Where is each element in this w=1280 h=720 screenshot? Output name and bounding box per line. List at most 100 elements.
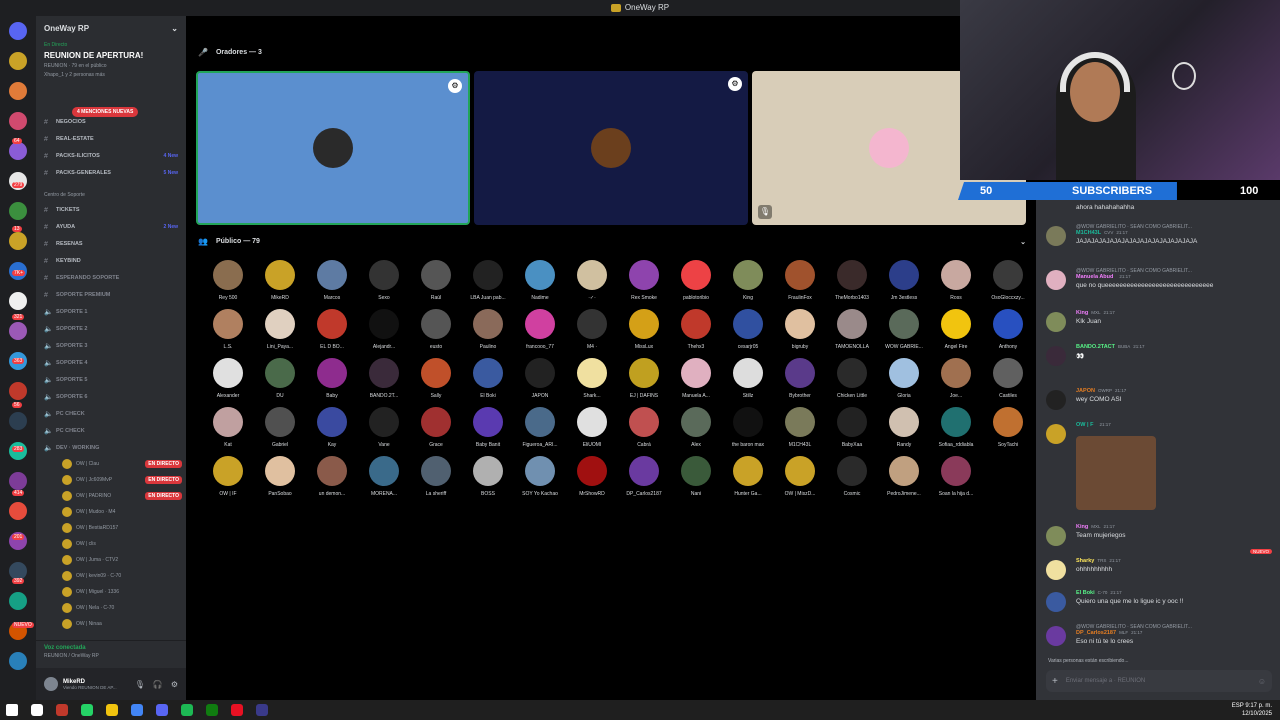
chat-message[interactable]: @WOW GABRIELITO · SEAN COMO GABRIELIT...… xyxy=(1046,268,1276,290)
audience-member[interactable]: Ross xyxy=(930,260,982,301)
add-attachment-icon[interactable]: + xyxy=(1052,676,1058,687)
chat-message[interactable]: JAPON OWRP 21:17 wey COMO ASI xyxy=(1046,388,1276,410)
support-channel-item[interactable]: # TICKETS xyxy=(36,202,186,218)
chrome-icon[interactable] xyxy=(131,704,143,716)
audience-member[interactable]: Kay xyxy=(306,407,358,448)
server-icon[interactable] xyxy=(9,82,27,100)
audience-member[interactable]: TheMorbo1403 xyxy=(826,260,878,301)
notepad-icon[interactable] xyxy=(256,704,268,716)
xbox-icon[interactable] xyxy=(206,704,218,716)
audience-member[interactable]: EJ | DAFINS xyxy=(618,358,670,399)
folder-icon[interactable] xyxy=(106,704,118,716)
author-name[interactable]: King xyxy=(1076,310,1088,316)
audience-member[interactable]: OW | MiszD... xyxy=(774,456,826,497)
audience-member[interactable]: francooo_77 xyxy=(514,309,566,350)
audience-member[interactable]: Shark... xyxy=(566,358,618,399)
live-event-card[interactable]: En Directo REUNION DE APERTURA! REUNION … xyxy=(36,40,186,80)
guild-header[interactable]: OneWay RP ⌄ xyxy=(36,16,186,40)
audience-member[interactable]: Chicken Little xyxy=(826,358,878,399)
voice-user[interactable]: OW | PADRINO EN DIRECTO xyxy=(62,488,186,504)
audience-member[interactable]: DU xyxy=(254,358,306,399)
audience-member[interactable]: TAMOENOLLA xyxy=(826,309,878,350)
author-name[interactable]: El Boki xyxy=(1076,590,1095,596)
server-icon[interactable] xyxy=(9,232,27,250)
audience-member[interactable]: EL D BO... xyxy=(306,309,358,350)
audience-member[interactable]: Sexo xyxy=(358,260,410,301)
speaker-tile[interactable]: ⚙ xyxy=(196,71,470,225)
audience-member[interactable]: SoyTachi xyxy=(982,407,1034,448)
audience-member[interactable]: bigruby xyxy=(774,309,826,350)
audience-member[interactable]: EliUOMI xyxy=(566,407,618,448)
audience-member[interactable]: M1CH43L xyxy=(774,407,826,448)
channel-item[interactable]: # PACKS-GENERALES 5 New xyxy=(36,165,186,181)
mute-icon[interactable]: 🎙 xyxy=(135,680,145,689)
chat-message[interactable]: Sharky TRS 21:17 ohhhhhhhhh xyxy=(1046,558,1276,580)
voice-user[interactable]: OW | Juma · CTV2 xyxy=(62,552,186,568)
audience-member[interactable]: PedroJimene... xyxy=(878,456,930,497)
server-icon[interactable] xyxy=(9,52,27,70)
audience-member[interactable]: MrShowRD xyxy=(566,456,618,497)
audience-member[interactable]: Kat xyxy=(202,407,254,448)
audience-member[interactable]: ·✓· xyxy=(566,260,618,301)
chat-message[interactable]: King MXL 21:17 Team mujeriegos xyxy=(1046,524,1276,546)
chat-message[interactable]: OW | F 21:17 xyxy=(1046,422,1276,444)
whatsapp-icon[interactable] xyxy=(81,704,93,716)
audience-member[interactable]: Vane xyxy=(358,407,410,448)
channel-item[interactable]: # NEGOCIOS xyxy=(36,114,186,130)
emoji-icon[interactable]: ☺ xyxy=(1258,677,1266,686)
voice-user[interactable]: OW | Clau EN DIRECTO xyxy=(62,456,186,472)
chat-message[interactable]: El Boki C-70 21:17 Quiero una que me lo lig… xyxy=(1046,590,1276,612)
audience-member[interactable]: MikeRD xyxy=(254,260,306,301)
audience-member[interactable]: WOW GABRIE... xyxy=(878,309,930,350)
support-channel-item[interactable]: 🔈 SOPORTE 4 xyxy=(36,355,186,371)
support-category[interactable]: Centro de Soporte xyxy=(44,192,85,198)
audience-member[interactable]: MORENA... xyxy=(358,456,410,497)
voice-channel-sub[interactable]: REUNION / OneWay RP xyxy=(44,653,178,659)
audience-member[interactable]: L.S. xyxy=(202,309,254,350)
support-channel-item[interactable]: 🔈 PC CHECK xyxy=(36,406,186,422)
audience-member[interactable]: Jm 3estless xyxy=(878,260,930,301)
audience-member[interactable]: Nadime xyxy=(514,260,566,301)
support-channel-item[interactable]: 🔈 DEV · WORKING xyxy=(36,440,186,456)
avatar[interactable] xyxy=(1046,560,1066,580)
avatar[interactable] xyxy=(1046,226,1066,246)
audience-member[interactable]: cesarjr05 xyxy=(722,309,774,350)
support-channel-item[interactable]: # ESPERANDO SOPORTE xyxy=(36,270,186,286)
avatar[interactable] xyxy=(1046,346,1066,366)
audience-member[interactable]: Rex Smoke xyxy=(618,260,670,301)
audience-member[interactable]: Soan la hija d... xyxy=(930,456,982,497)
support-channel-item[interactable]: 🔈 SOPORTE 2 xyxy=(36,321,186,337)
audience-member[interactable]: Raúl xyxy=(410,260,462,301)
server-icon[interactable] xyxy=(9,382,27,400)
avatar[interactable] xyxy=(1046,270,1066,290)
support-channel-item[interactable]: # RESEÑAS xyxy=(36,236,186,252)
audience-member[interactable]: the baron max xyxy=(722,407,774,448)
avatar[interactable] xyxy=(1046,312,1066,332)
audience-member[interactable]: Hunter Ga... xyxy=(722,456,774,497)
spotify-icon[interactable] xyxy=(181,704,193,716)
audience-member[interactable]: PanSobao xyxy=(254,456,306,497)
settings-icon[interactable]: ⚙ xyxy=(728,77,742,91)
message-input[interactable]: + Enviar mensaje a · REUNION ☺ xyxy=(1046,670,1272,692)
server-icon[interactable] xyxy=(9,292,27,310)
chat-message[interactable]: BANDO.2TACT BUBA 21:17 👀 xyxy=(1046,344,1276,366)
audience-member[interactable]: Gloria xyxy=(878,358,930,399)
author-name[interactable]: DP_Carlos2187 xyxy=(1076,630,1116,636)
chat-message[interactable]: @WOW GABRIELITO · SEAN COMO GABRIELIT...… xyxy=(1046,224,1276,246)
audience-member[interactable]: Lini_Paya... xyxy=(254,309,306,350)
audience-member[interactable]: BabyXaa xyxy=(826,407,878,448)
audience-member[interactable]: Alex xyxy=(670,407,722,448)
audience-member[interactable]: Rey 500 xyxy=(202,260,254,301)
server-icon[interactable] xyxy=(9,202,27,220)
audience-member[interactable]: SOY Yo Kachao xyxy=(514,456,566,497)
support-channel-item[interactable]: 🔈 SOPORTE 1 xyxy=(36,304,186,320)
author-name[interactable]: King xyxy=(1076,524,1088,530)
author-name[interactable]: M1CH43L xyxy=(1076,230,1101,236)
audience-member[interactable]: Anthony xyxy=(982,309,1034,350)
avatar[interactable] xyxy=(1046,626,1066,646)
server-icon[interactable] xyxy=(9,412,27,430)
audience-member[interactable]: Baby xyxy=(306,358,358,399)
system-tray[interactable]: ESP 9:17 p. m. 12/10/2025 xyxy=(1232,702,1272,718)
audience-member[interactable]: Marcos xyxy=(306,260,358,301)
chat-message[interactable]: ahora hahahahahha xyxy=(1046,202,1276,211)
